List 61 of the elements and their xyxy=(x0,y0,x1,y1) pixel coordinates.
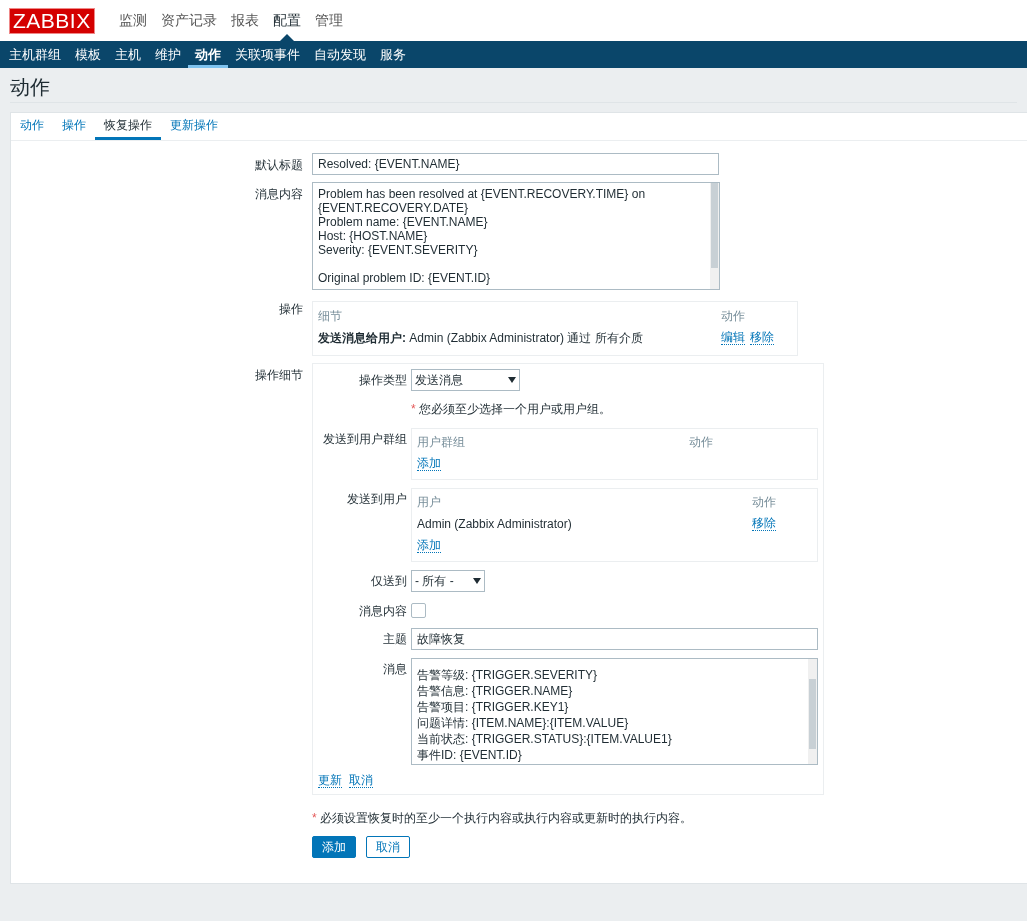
action-link[interactable]: 编辑 xyxy=(721,331,745,345)
sub-menu-item[interactable]: 自动发现 xyxy=(307,41,373,68)
main-menu-item[interactable]: 监测 xyxy=(111,0,154,41)
tab[interactable]: 恢复操作 xyxy=(95,113,161,140)
sub-menu-item[interactable]: 模板 xyxy=(68,41,108,68)
operation-detail: 发送消息给用户: Admin (Zabbix Administrator) 通过 所有介质 xyxy=(318,329,644,347)
subject-input[interactable]: Resolved: {EVENT.NAME} xyxy=(312,153,719,175)
sub-menu-item[interactable]: 维护 xyxy=(148,41,188,68)
required-mark: * xyxy=(411,402,416,416)
checkbox[interactable] xyxy=(411,603,426,618)
add-link[interactable]: 添加 xyxy=(417,457,441,471)
caret-icon xyxy=(508,376,516,384)
sub-menu-item[interactable]: 关联项事件 xyxy=(228,41,307,68)
caret-icon xyxy=(473,577,481,585)
column-header: 用户 xyxy=(417,493,442,511)
form-link[interactable]: 更新 xyxy=(318,774,342,788)
main-menu-item[interactable]: 资产记录 xyxy=(153,0,224,41)
page-title: 动作 xyxy=(10,68,1017,103)
main-menu-item[interactable]: 报表 xyxy=(223,0,266,41)
tab[interactable]: 操作 xyxy=(53,113,95,140)
message-textarea[interactable]: Problem has been resolved at {EVENT.RECOVERY.TIME} on {EVENT.RECOVERY.DATE} Problem name: {EVENT.NAME} Host: {HOST.NAME} Severity: {EVENT.SEVERITY} Original problem ID: {EVENT.ID} xyxy=(312,182,720,290)
field-label: 发送到用户群组 xyxy=(323,431,407,448)
field-label: 消息内容 xyxy=(255,186,303,203)
field-label: 操作 xyxy=(279,301,303,318)
user-name: Admin (Zabbix Administrator) xyxy=(417,517,573,531)
scrollbar[interactable] xyxy=(808,659,817,764)
sub-menu-item[interactable]: 主机 xyxy=(108,41,148,68)
column-header: 动作 xyxy=(689,433,713,451)
column-header: 用户群组 xyxy=(417,433,466,451)
remove-link[interactable]: 移除 xyxy=(752,517,776,531)
tab[interactable]: 动作 xyxy=(11,113,53,140)
operation-type-select[interactable]: 发送消息 xyxy=(411,369,520,391)
column-header: 动作 xyxy=(752,493,776,511)
field-label: 操作类型 xyxy=(359,372,407,389)
sub-menu-item[interactable]: 服务 xyxy=(373,41,413,68)
required-note: 必须设置恢复时的至少一个执行内容或执行内容或更新时的执行内容。 xyxy=(320,811,692,825)
main-menu-item[interactable]: 管理 xyxy=(307,0,350,41)
subject-input[interactable]: 故障恢复 xyxy=(411,628,818,650)
field-label: 消息 xyxy=(383,661,407,678)
field-label: 发送到用户 xyxy=(347,491,407,508)
field-label: 仅送到 xyxy=(371,573,407,590)
sub-menu-item[interactable]: 主机群组 xyxy=(2,41,68,68)
required-note: 您必须至少选择一个用户或用户组。 xyxy=(419,402,611,416)
scrollbar[interactable] xyxy=(710,183,719,289)
tab[interactable]: 更新操作 xyxy=(161,113,227,140)
field-label: 操作细节 xyxy=(255,367,303,384)
add-link[interactable]: 添加 xyxy=(417,539,441,553)
column-header: 细节 xyxy=(318,307,343,325)
message-textarea[interactable]: 告警等级: {TRIGGER.SEVERITY} 告警信息: {TRIGGER.NAME} 告警项目: {TRIGGER.KEY1} 问题详情: {ITEM.NAME}:{ITEM.VALUE} 当前状态: {TRIGGER.STATUS}:{ITEM.VALUE1} 事件ID: {EVENT.ID} xyxy=(411,658,818,765)
add-button[interactable]: 添加 xyxy=(312,836,356,858)
zabbix-logo[interactable]: ZABBIX xyxy=(9,7,95,34)
send-only-to-select[interactable]: - 所有 - xyxy=(411,570,485,592)
field-label: 主题 xyxy=(383,631,407,648)
field-label: 默认标题 xyxy=(255,157,303,174)
required-mark: * xyxy=(312,811,317,825)
form-link[interactable]: 取消 xyxy=(349,774,373,788)
cancel-button[interactable]: 取消 xyxy=(366,836,410,858)
field-label: 消息内容 xyxy=(359,603,407,620)
sub-menu-item[interactable]: 动作 xyxy=(188,41,228,68)
column-header: 动作 xyxy=(721,307,745,325)
action-link[interactable]: 移除 xyxy=(750,331,774,345)
